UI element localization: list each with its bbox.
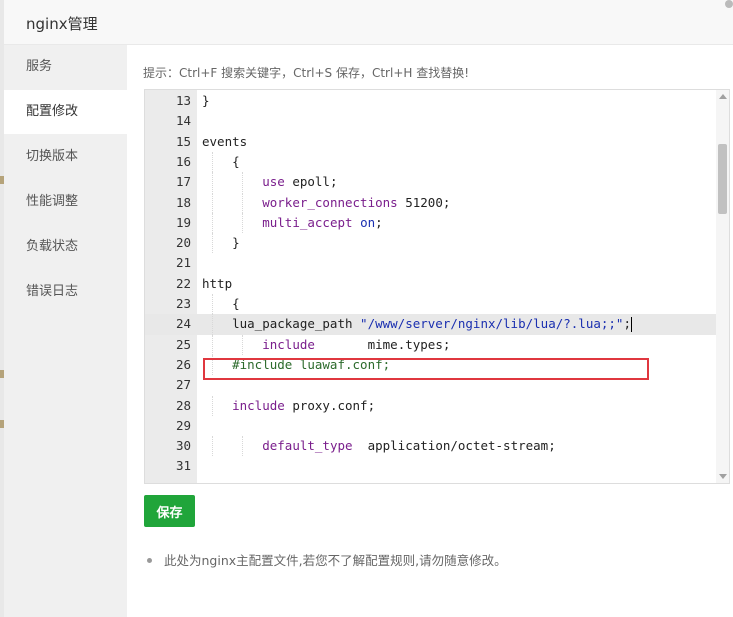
close-icon[interactable] bbox=[725, 0, 733, 8]
code-line[interactable]: 18 worker_connections 51200; bbox=[145, 192, 729, 213]
indent-guide bbox=[212, 151, 213, 173]
line-number: 18 bbox=[175, 194, 191, 210]
nginx-manager-dialog: nginx管理 服务 配置修改 切换版本 性能调整 负载状态 错误日志 提示：C… bbox=[4, 0, 733, 617]
indent-guide bbox=[242, 212, 243, 234]
line-number: 25 bbox=[175, 336, 191, 352]
highlight-annotation-box bbox=[203, 358, 649, 380]
sidebar-item-config[interactable]: 配置修改 bbox=[4, 90, 127, 134]
dialog-titlebar: nginx管理 bbox=[4, 0, 733, 45]
text-cursor bbox=[630, 317, 632, 333]
editor-scrollbar[interactable] bbox=[716, 90, 729, 483]
indent-guide bbox=[212, 314, 213, 335]
indent-guide bbox=[212, 192, 213, 213]
sidebar-item-service[interactable]: 服务 bbox=[4, 45, 127, 89]
sidebar-item-load-status[interactable]: 负载状态 bbox=[4, 225, 127, 269]
line-number: 20 bbox=[175, 235, 191, 251]
indent-guide bbox=[212, 233, 213, 254]
line-number: 14 bbox=[175, 113, 191, 129]
line-number: 13 bbox=[175, 93, 191, 108]
code-text: include mime.types; bbox=[262, 336, 451, 352]
indent-guide bbox=[212, 294, 213, 315]
code-editor[interactable]: 13} 14 15 events 16 {17 use epoll; 18 worker_… bbox=[144, 89, 730, 484]
config-note: 此处为nginx主配置文件,若您不了解配置规则,请勿随意修改。 bbox=[147, 550, 507, 569]
line-number: 22 bbox=[175, 275, 191, 291]
indent-guide bbox=[242, 334, 243, 355]
line-number: 31 bbox=[175, 458, 191, 474]
code-line[interactable]: 28 include proxy.conf; bbox=[145, 395, 729, 416]
line-number: 29 bbox=[175, 417, 191, 433]
line-number: 15 bbox=[175, 133, 191, 149]
line-number: 16 bbox=[175, 153, 191, 169]
code-line[interactable]: 29 bbox=[145, 416, 729, 436]
code-text: http bbox=[202, 275, 233, 291]
line-number: 21 bbox=[175, 255, 191, 271]
indent-guide bbox=[242, 436, 243, 457]
code-text: worker_connections 51200; bbox=[262, 194, 451, 210]
code-text: default_type application/octet-stream; bbox=[262, 438, 556, 454]
line-number: 30 bbox=[175, 438, 191, 454]
code-line[interactable]: 21 bbox=[145, 253, 729, 273]
line-number: 26 bbox=[175, 356, 191, 372]
bullet-icon bbox=[147, 558, 152, 563]
code-line[interactable]: 15 events bbox=[145, 132, 729, 152]
code-line[interactable]: 14 bbox=[145, 111, 729, 131]
code-line[interactable]: 23 { bbox=[145, 294, 729, 315]
code-text: } bbox=[202, 93, 210, 108]
scroll-down-icon[interactable] bbox=[719, 474, 727, 479]
sidebar-item-error-log[interactable]: 错误日志 bbox=[4, 270, 127, 314]
code-line[interactable]: 30 default_type application/octet-stream… bbox=[145, 436, 729, 457]
code-line[interactable]: 16 { bbox=[145, 151, 729, 173]
indent-guide bbox=[212, 212, 213, 234]
indent-guide bbox=[212, 436, 213, 457]
code-line[interactable]: 13} bbox=[145, 91, 729, 111]
code-line[interactable]: 31 bbox=[145, 456, 729, 476]
code-line[interactable]: 22 http bbox=[145, 274, 729, 294]
code-text: include proxy.conf; bbox=[232, 397, 376, 413]
line-number: 28 bbox=[175, 397, 191, 413]
sidebar-item-performance[interactable]: 性能调整 bbox=[4, 180, 127, 224]
line-number: 23 bbox=[175, 296, 191, 311]
line-number: 17 bbox=[175, 174, 191, 190]
code-line[interactable]: 25 include mime.types; bbox=[145, 334, 729, 355]
code-line[interactable]: 24 lua_package_path "/www/server/nginx/l… bbox=[145, 314, 729, 335]
shortcut-tip: 提示：Ctrl+F 搜索关键字，Ctrl+S 保存，Ctrl+H 查找替换! bbox=[143, 66, 470, 80]
save-button[interactable]: 保存 bbox=[144, 495, 195, 527]
code-text: lua_package_path "/www/server/nginx/lib/… bbox=[202, 316, 632, 333]
line-number: 19 bbox=[175, 214, 191, 230]
indent-guide bbox=[242, 172, 243, 193]
code-text: { bbox=[202, 296, 240, 311]
line-number: 27 bbox=[175, 377, 191, 393]
code-line[interactable]: 19 multi_accept on; bbox=[145, 212, 729, 234]
main-content: 提示：Ctrl+F 搜索关键字，Ctrl+S 保存，Ctrl+H 查找替换! 1… bbox=[127, 45, 733, 617]
indent-guide bbox=[212, 395, 213, 416]
sidebar: 服务 配置修改 切换版本 性能调整 负载状态 错误日志 bbox=[4, 45, 127, 617]
line-number: 24 bbox=[175, 316, 191, 332]
code-text: { bbox=[202, 153, 240, 169]
scrollbar-thumb[interactable] bbox=[718, 144, 727, 214]
dialog-title: nginx管理 bbox=[26, 15, 98, 33]
indent-guide bbox=[212, 172, 213, 193]
scroll-up-icon[interactable] bbox=[719, 94, 727, 99]
code-line[interactable]: 17 use epoll; bbox=[145, 172, 729, 193]
indent-guide bbox=[212, 334, 213, 355]
code-text: use epoll; bbox=[262, 174, 338, 190]
code-line[interactable]: 20 } bbox=[145, 233, 729, 254]
code-text: multi_accept on; bbox=[262, 214, 383, 230]
code-text: } bbox=[202, 235, 240, 251]
config-note-text: 此处为nginx主配置文件,若您不了解配置规则,请勿随意修改。 bbox=[164, 553, 507, 568]
sidebar-item-version[interactable]: 切换版本 bbox=[4, 135, 127, 179]
indent-guide bbox=[242, 192, 243, 213]
code-text: events bbox=[202, 133, 248, 149]
